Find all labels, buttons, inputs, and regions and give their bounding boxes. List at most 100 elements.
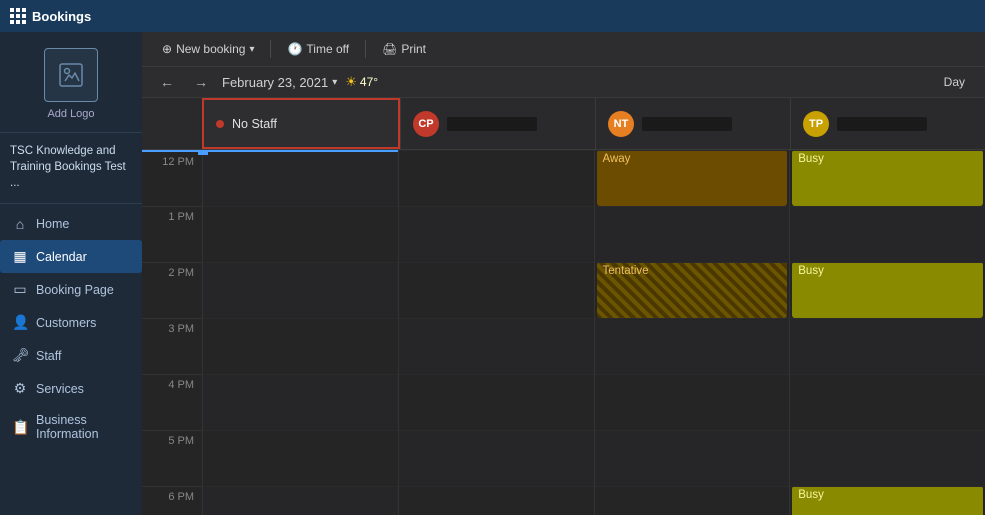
sidebar-item-calendar[interactable]: ▦ Calendar (0, 240, 142, 273)
avatar-nt: NT (608, 111, 634, 137)
grid-cell[interactable] (790, 318, 985, 374)
plus-icon: ⊕ (162, 42, 172, 56)
avatar-tp: TP (803, 111, 829, 137)
grid-cell[interactable] (203, 318, 398, 374)
time-gutter: 12 PM 1 PM 2 PM 3 PM 4 PM 5 PM (142, 150, 202, 515)
sidebar-item-calendar-label: Calendar (36, 250, 87, 264)
forward-arrow-button[interactable]: → (188, 72, 214, 92)
grid-col-cp[interactable] (398, 150, 594, 515)
grid-cell[interactable] (399, 262, 594, 318)
new-booking-button[interactable]: ⊕ New booking ▾ (154, 38, 262, 60)
sidebar-business-title: TSC Knowledge and Training Bookings Test… (0, 133, 142, 204)
grid-cell[interactable] (595, 374, 790, 430)
grid-cell[interactable] (790, 374, 985, 430)
sidebar-item-staff[interactable]: 🗝 Staff (0, 339, 142, 372)
time-12pm: 12 PM (162, 156, 194, 168)
time-slot-12pm: 12 PM (142, 150, 202, 206)
app-logo: Bookings (10, 8, 91, 24)
staff-col-no-staff: No Staff (202, 98, 400, 149)
print-icon: 🖨 (382, 42, 397, 56)
staff-header: No Staff CP NT (142, 98, 985, 150)
calendar-icon: ▦ (12, 248, 28, 265)
date-nav: ← → February 23, 2021 ▾ ☀ 47° Day (142, 67, 985, 98)
grid-cell[interactable] (790, 262, 985, 318)
grid-cell[interactable] (595, 150, 790, 206)
time-3pm: 3 PM (168, 323, 194, 335)
grid-cell[interactable] (203, 430, 398, 486)
sidebar-logo-area: Add Logo (0, 32, 142, 133)
sidebar-item-services[interactable]: ⚙ Services (0, 372, 142, 405)
time-off-label: Time off (306, 42, 349, 56)
top-bar: Bookings (0, 0, 985, 32)
grid-cell[interactable] (399, 486, 594, 515)
day-view-button[interactable]: Day (936, 72, 973, 92)
home-icon: ⌂ (12, 216, 28, 232)
sidebar-item-customers-label: Customers (36, 316, 96, 330)
grid-columns: Away Tentative (202, 150, 985, 515)
new-booking-chevron-icon: ▾ (249, 44, 254, 55)
time-gutter-header (142, 98, 202, 149)
back-arrow-button[interactable]: ← (154, 72, 180, 92)
date-chevron-icon: ▾ (332, 77, 337, 88)
grid-cell[interactable] (790, 206, 985, 262)
time-slot-5pm: 5 PM (142, 430, 202, 486)
grid-cell[interactable] (595, 430, 790, 486)
grid-cell[interactable] (203, 150, 398, 206)
grid-col-no-staff[interactable] (202, 150, 398, 515)
grid-cell[interactable] (203, 206, 398, 262)
add-logo-label[interactable]: Add Logo (47, 108, 94, 120)
print-button[interactable]: 🖨 Print (374, 38, 434, 60)
services-icon: ⚙ (12, 380, 28, 397)
avatar-nt-initials: NT (614, 118, 629, 130)
clock-icon: 🕐 (287, 42, 302, 56)
staff-name-cp (447, 117, 537, 131)
grid-cell[interactable] (595, 486, 790, 515)
grid-cell[interactable] (399, 430, 594, 486)
staff-col-tp: TP (790, 98, 985, 149)
grid-cell[interactable] (399, 318, 594, 374)
calendar-area: No Staff CP NT (142, 98, 985, 515)
time-grid: 12 PM 1 PM 2 PM 3 PM 4 PM 5 PM (142, 150, 985, 515)
grid-cell[interactable] (203, 374, 398, 430)
grid-cell[interactable] (595, 318, 790, 374)
grid-cell[interactable] (595, 206, 790, 262)
sidebar-item-business-info[interactable]: 📋 Business Information (0, 405, 142, 449)
logo-placeholder-icon (57, 61, 85, 89)
customers-icon: 👤 (12, 314, 28, 331)
grid-col-nt[interactable]: Away Tentative (594, 150, 790, 515)
time-4pm: 4 PM (168, 379, 194, 391)
grid-cell[interactable] (399, 206, 594, 262)
date-label[interactable]: February 23, 2021 ▾ (222, 75, 337, 90)
sidebar-item-staff-label: Staff (36, 349, 61, 363)
staff-col-nt: NT (595, 98, 790, 149)
day-view-label: Day (944, 75, 965, 89)
avatar-cp-initials: CP (418, 118, 433, 130)
grid-cell[interactable] (595, 262, 790, 318)
logo-box[interactable] (44, 48, 98, 102)
grid-cell[interactable] (399, 374, 594, 430)
sidebar-item-services-label: Services (36, 382, 84, 396)
time-slot-1pm: 1 PM (142, 206, 202, 262)
sidebar-item-business-label: Business Information (36, 413, 130, 441)
grid-cell[interactable] (790, 150, 985, 206)
grid-cell[interactable] (399, 150, 594, 206)
grid-cell[interactable] (203, 486, 398, 515)
toolbar: ⊕ New booking ▾ 🕐 Time off 🖨 Print (142, 32, 985, 67)
grid-col-tp[interactable]: Busy Busy Busy Busy (789, 150, 985, 515)
staff-name-tp (837, 117, 927, 131)
time-off-button[interactable]: 🕐 Time off (279, 38, 357, 60)
new-booking-label: New booking (176, 42, 245, 56)
sidebar-item-home[interactable]: ⌂ Home (0, 208, 142, 240)
booking-page-icon: ▭ (12, 281, 28, 298)
grid-cell[interactable] (790, 430, 985, 486)
sidebar-item-customers[interactable]: 👤 Customers (0, 306, 142, 339)
weather-temp: 47° (360, 75, 378, 89)
time-slot-3pm: 3 PM (142, 318, 202, 374)
grid-cell[interactable] (790, 486, 985, 515)
grid-cell[interactable] (203, 262, 398, 318)
time-6pm: 6 PM (168, 491, 194, 503)
sidebar: Add Logo TSC Knowledge and Training Book… (0, 32, 142, 515)
sidebar-item-booking-page[interactable]: ▭ Booking Page (0, 273, 142, 306)
sun-icon: ☀ (345, 74, 357, 90)
sidebar-item-home-label: Home (36, 217, 69, 231)
